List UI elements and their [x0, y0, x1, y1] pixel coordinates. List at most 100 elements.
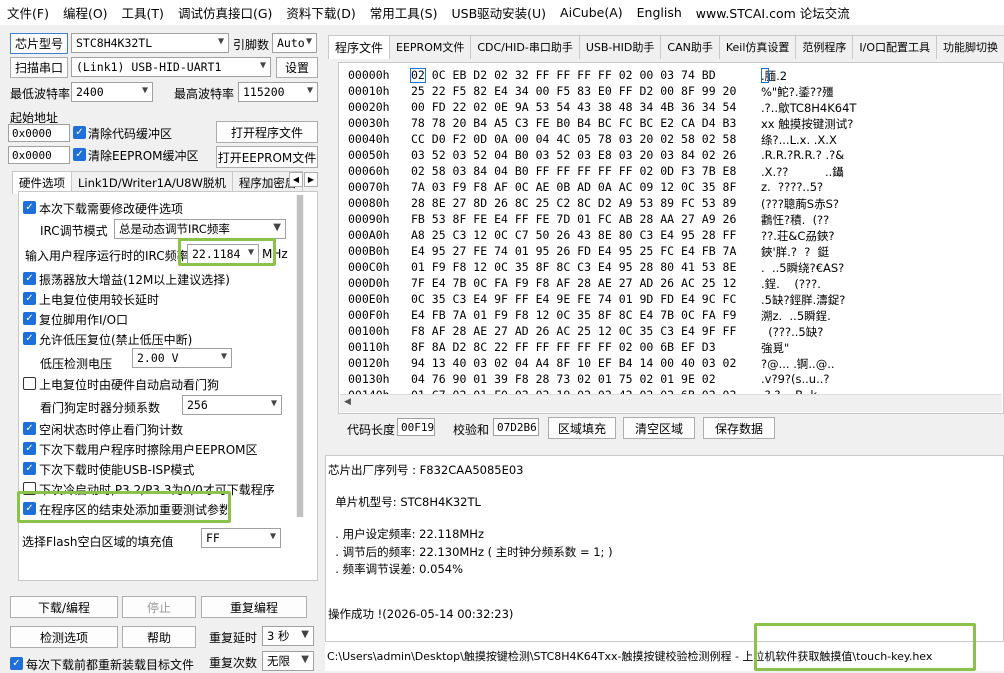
menu-english[interactable]: English — [630, 5, 689, 20]
repeat-count-value: 无限 — [267, 654, 290, 668]
idle-wdt-label: 空闲状态时停止看门狗计数 — [39, 423, 184, 437]
osc-gain-checkbox[interactable]: ✓ — [23, 272, 36, 285]
wdt-div-select[interactable]: 256 ▼ — [182, 395, 282, 415]
tab-scroll-left-button[interactable]: ◀ — [289, 172, 303, 187]
hex-row-ascii: 绦?...L.x. .X.X — [761, 133, 837, 147]
max-baud-value: 115200 — [243, 85, 285, 99]
options-scrollbar-thumb[interactable] — [297, 195, 303, 517]
modify-hw-label: 本次下载需要修改硬件选项 — [39, 202, 184, 216]
tab-cdc-hid-serial[interactable]: CDC/HID-串口助手 — [470, 35, 580, 59]
hex-row-address: 00010h — [348, 84, 390, 98]
port-select[interactable]: (Link1) USB-HID-UART1 ▼ — [71, 57, 271, 77]
hex-view[interactable]: 00000h 02 0C EB D2 02 32 FF FF FF FF 02 0… — [338, 62, 1004, 414]
menu-download[interactable]: 资料下载(D) — [279, 3, 362, 22]
menu-tools[interactable]: 工具(T) — [115, 3, 171, 22]
erase-eeprom-checkbox[interactable]: ✓ — [23, 442, 36, 455]
save-data-button[interactable]: 保存数据 — [703, 417, 775, 439]
hex-row-bytes: F8 AF 28 AE 27 AD 26 AC 25 12 0C 35 C3 E… — [411, 324, 737, 338]
clear-code-checkbox[interactable]: ✓ — [73, 126, 86, 139]
reprogram-button[interactable]: 重复编程 — [201, 596, 307, 618]
lvd-voltage-select[interactable]: 2.00 V ▼ — [132, 348, 232, 368]
hex-row-bytes: E4 FB 7A 01 F9 F8 12 0C 35 8F 8C E4 7B 0… — [411, 308, 737, 322]
scan-port-button[interactable]: 扫描串口 — [10, 57, 68, 78]
menu-usb-driver[interactable]: USB驱动安装(U) — [444, 3, 553, 22]
hex-row-ascii: .5缺?鋞羘.濤鋜? — [761, 293, 846, 307]
port-value: (Link1) USB-HID-UART1 — [76, 60, 222, 74]
repeat-delay-select[interactable]: 3 秒 ▼ — [262, 626, 314, 646]
eeprom-address-input[interactable]: 0x0000 — [8, 146, 70, 164]
hex-row-bytes: CC D0 F2 0D 0A 00 04 4C 05 78 03 20 02 5… — [411, 132, 737, 146]
hex-row-bytes: 0C 35 C3 E4 9F FF E4 9E FE 74 01 9D FD E… — [411, 292, 737, 306]
menu-file[interactable]: 文件(F) — [0, 3, 56, 22]
max-baud-label: 最高波特率 — [174, 87, 235, 101]
menu-forum[interactable]: www.STCAI.com 论坛交流 — [689, 3, 857, 22]
hex-row-ascii: .鋥. (???. — [761, 277, 821, 291]
options-scrollbar[interactable] — [296, 195, 304, 517]
menu-program[interactable]: 编程(O) — [56, 3, 115, 22]
hex-hscrollbar[interactable]: ◀ — [340, 394, 1002, 412]
tab-can[interactable]: CAN助手 — [660, 35, 720, 59]
output-line: 单片机型号: STC8H4K32TL — [328, 495, 481, 509]
open-program-file-button[interactable]: 打开程序文件 — [216, 121, 318, 143]
tab-pin-switch[interactable]: 功能脚切换 — [935, 35, 1004, 59]
hex-row-address: 00130h — [348, 372, 390, 386]
help-button[interactable]: 帮助 — [122, 626, 196, 648]
tab-examples[interactable]: 范例程序 — [795, 35, 854, 59]
hex-row-address: 00040h — [348, 132, 390, 146]
repeat-count-select[interactable]: 无限 ▼ — [262, 651, 314, 671]
reset-delay-checkbox[interactable]: ✓ — [23, 292, 36, 305]
right-panel: 程序文件 EEPROM文件 CDC/HID-串口助手 USB-HID助手 CAN… — [325, 25, 1004, 673]
max-baud-select[interactable]: 115200 ▼ — [238, 82, 318, 102]
lvd-checkbox[interactable]: ✓ — [23, 332, 36, 345]
pins-select[interactable]: Auto ▼ — [272, 33, 317, 53]
hex-row-ascii: z. ????..5? — [761, 180, 824, 194]
hex-row-ascii: xx 触摸按键测试? — [761, 117, 854, 131]
clear-eeprom-checkbox[interactable]: ✓ — [73, 148, 86, 161]
stop-button[interactable]: 停止 — [122, 596, 196, 618]
code-address-input[interactable]: 0x0000 — [8, 124, 70, 142]
lvd-voltage-label: 低压检测电压 — [40, 357, 113, 371]
hex-row-ascii: %"鮀?.鋈??殭 — [761, 85, 834, 99]
tab-scroll-right-button[interactable]: ▶ — [304, 172, 318, 187]
open-eeprom-file-button[interactable]: 打开EEPROM文件 — [216, 146, 318, 168]
chip-type-button[interactable]: 芯片型号 — [10, 33, 68, 54]
hex-row-bytes: E4 95 27 FE 74 01 95 26 FD E4 95 25 FC E… — [411, 244, 737, 258]
clear-region-button[interactable]: 清空区域 — [623, 417, 695, 439]
hex-row-ascii: ??.荘&C刕鋏? — [761, 229, 835, 243]
modify-hw-checkbox[interactable]: ✓ — [23, 201, 36, 214]
hex-row-bytes: 8F 8A D2 8C 22 FF FF FF FF FF 02 00 6B E… — [411, 340, 716, 354]
scroll-left-icon[interactable]: ◀ — [344, 397, 351, 407]
ascii-cursor — [761, 68, 769, 83]
tab-program-file[interactable]: 程序文件 — [328, 35, 391, 59]
hex-row-address: 00090h — [348, 212, 390, 226]
reset-io-checkbox[interactable]: ✓ — [23, 312, 36, 325]
hex-row-ascii: 溯z. ..5瞬鋥. — [761, 309, 831, 323]
download-button[interactable]: 下载/编程 — [10, 596, 118, 618]
menu-debug[interactable]: 调试仿真接口(G) — [171, 3, 279, 22]
irc-mode-select[interactable]: 总是动态调节IRC频率 ▼ — [114, 219, 286, 239]
chip-value: STC8H4K32TL — [76, 36, 153, 50]
idle-wdt-checkbox[interactable]: ✓ — [23, 422, 36, 435]
checksum-value: 07D2B6 — [493, 418, 539, 436]
menu-aicube[interactable]: AiCube(A) — [553, 5, 630, 20]
fill-value-select[interactable]: FF ▼ — [201, 528, 281, 548]
tab-keil-sim[interactable]: Keil仿真设置 — [718, 35, 797, 59]
usb-isp-checkbox[interactable]: ✓ — [23, 462, 36, 475]
min-baud-select[interactable]: 2400 ▼ — [71, 82, 153, 102]
menu-common-tools[interactable]: 常用工具(S) — [363, 3, 445, 22]
hex-row-ascii: (???..5缺? — [761, 325, 824, 339]
tab-eeprom-file[interactable]: EEPROM文件 — [389, 35, 472, 59]
reload-file-checkbox[interactable]: ✓ — [10, 657, 23, 670]
wdt-div-label: 看门狗定时器分频系数 — [40, 401, 161, 415]
hex-row-address: 00000h — [348, 68, 390, 82]
wdt-auto-checkbox[interactable]: ✓ — [23, 377, 36, 390]
check-options-button[interactable]: 检测选项 — [10, 626, 118, 648]
output-line: . 调节后的频率: 22.130MHz ( 主时钟分频系数 = 1; ) — [328, 545, 613, 559]
chip-select[interactable]: STC8H4K32TL ▼ — [71, 33, 229, 53]
tab-io-config[interactable]: I/O口配置工具 — [852, 35, 937, 59]
tab-usb-hid[interactable]: USB-HID助手 — [578, 35, 662, 59]
hex-row-address: 000B0h — [348, 244, 390, 258]
hex-row-bytes: 25 22 F5 82 E4 34 00 F5 83 E0 FF D2 00 8… — [411, 84, 737, 98]
region-fill-button[interactable]: 区域填充 — [548, 417, 616, 439]
settings-button[interactable]: 设置 — [276, 57, 318, 78]
